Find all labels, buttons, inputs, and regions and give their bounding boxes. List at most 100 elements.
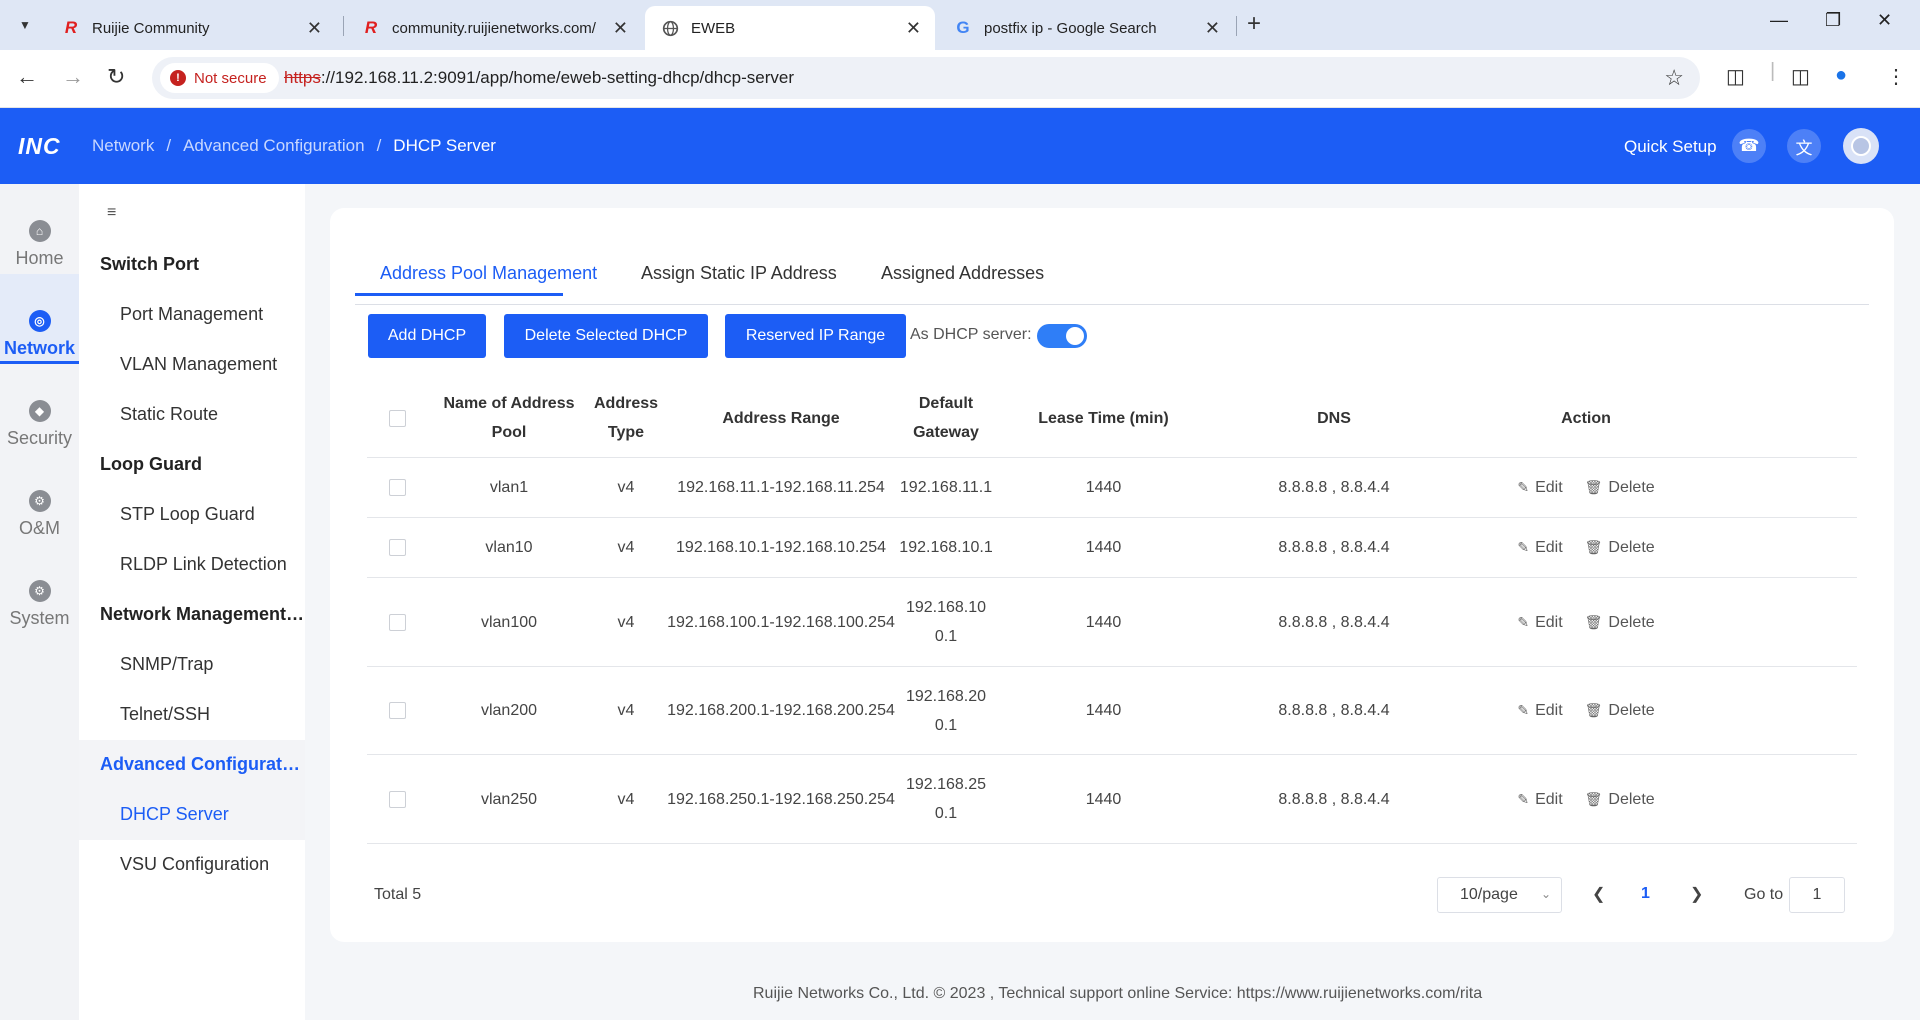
headset-support-icon[interactable]: ☎ — [1732, 129, 1766, 163]
close-tab-icon[interactable]: ✕ — [307, 18, 322, 39]
quick-setup-link[interactable]: Quick Setup — [1624, 137, 1717, 157]
submenu-group-advanced-configuration[interactable]: Advanced Configuration — [100, 754, 305, 775]
dhcp-server-label: As DHCP server: — [910, 326, 1032, 343]
dhcp-server-toggle[interactable] — [1037, 324, 1087, 348]
rail-item-om[interactable]: ⚙ O&M — [0, 454, 79, 544]
rail-item-label: Network — [3, 338, 75, 358]
submenu-item-dhcp-server[interactable]: DHCP Server — [120, 804, 229, 825]
avatar[interactable] — [1843, 128, 1879, 164]
cell-dns: 8.8.8.8 , 8.8.4.4 — [1278, 479, 1390, 496]
add-dhcp-button[interactable]: Add DHCP — [368, 314, 486, 358]
edit-button[interactable]: ✎ Edit — [1517, 785, 1562, 814]
breadcrumb-advanced-configuration[interactable]: Advanced Configuration — [183, 136, 364, 156]
submenu-item-vsu-configuration[interactable]: VSU Configuration — [120, 854, 269, 875]
browser-tab-eweb[interactable]: EWEB ✕ — [645, 6, 935, 50]
close-tab-icon[interactable]: ✕ — [1205, 18, 1220, 39]
edit-button[interactable]: ✎ Edit — [1517, 696, 1562, 725]
rail-item-home[interactable]: ⌂ Home — [0, 184, 79, 274]
breadcrumb-separator: / — [376, 136, 382, 155]
submenu-group-switch-port[interactable]: Switch Port — [100, 254, 305, 275]
goto-page-input[interactable]: 1 — [1789, 877, 1845, 913]
new-tab-icon[interactable]: + — [1247, 10, 1261, 38]
back-icon[interactable]: ← — [16, 64, 38, 90]
toggle-knob — [1066, 327, 1084, 345]
edit-icon: ✎ — [1517, 539, 1530, 555]
tab-search-chevron-icon[interactable]: ▼ — [12, 12, 38, 38]
language-icon[interactable]: 文 — [1787, 129, 1821, 163]
extensions-icon[interactable]: ◫ — [1726, 64, 1745, 89]
submenu-item-snmp-trap[interactable]: SNMP/Trap — [120, 654, 213, 675]
tab-assign-static-ip-address[interactable]: Assign Static IP Address — [641, 263, 837, 284]
submenu-item-telnet-ssh[interactable]: Telnet/SSH — [120, 704, 210, 725]
delete-button[interactable]: 🗑 Delete — [1585, 533, 1655, 562]
security-label: Not secure — [194, 69, 267, 87]
delete-button[interactable]: 🗑 Delete — [1585, 608, 1655, 637]
bookmark-star-icon[interactable]: ☆ — [1664, 65, 1684, 91]
edit-button[interactable]: ✎ Edit — [1517, 608, 1562, 637]
row-checkbox[interactable] — [388, 479, 406, 496]
edit-button[interactable]: ✎ Edit — [1517, 533, 1562, 562]
delete-button[interactable]: 🗑 Delete — [1585, 785, 1655, 814]
cell-gateway: 192.168.100.1 — [905, 599, 987, 645]
tab-assigned-addresses[interactable]: Assigned Addresses — [881, 263, 1044, 284]
breadcrumb: Network / Advanced Configuration / DHCP … — [92, 136, 496, 156]
close-tab-icon[interactable]: ✕ — [906, 18, 921, 39]
rail-item-network[interactable]: ◎ Network — [0, 274, 79, 364]
delete-selected-dhcp-button[interactable]: Delete Selected DHCP — [504, 314, 708, 358]
row-checkbox[interactable] — [388, 702, 406, 719]
table-row: vlan1 v4 192.168.11.1-192.168.11.254 192… — [367, 458, 1857, 518]
page-number-current[interactable]: 1 — [1641, 885, 1650, 903]
rail-item-security[interactable]: ◆ Security — [0, 364, 79, 454]
row-select-cell — [367, 578, 427, 666]
minimize-icon[interactable]: — — [1770, 10, 1788, 31]
submenu-item-stp-loop-guard[interactable]: STP Loop Guard — [120, 504, 255, 525]
prev-page-icon[interactable]: ❮ — [1592, 884, 1605, 904]
browser-tab-ruijie-community[interactable]: R Ruijie Community ✕ — [46, 6, 336, 50]
row-checkbox[interactable] — [388, 613, 406, 631]
browser-tab-google-search[interactable]: G postfix ip - Google Search ✕ — [938, 6, 1234, 50]
toolbar-divider: | — [1770, 60, 1776, 82]
submenu-item-port-management[interactable]: Port Management — [120, 304, 263, 325]
page-size-select[interactable]: 10/page ⌄ — [1437, 877, 1562, 913]
reload-icon[interactable]: ↻ — [107, 64, 125, 90]
submenu-item-static-route[interactable]: Static Route — [120, 404, 218, 425]
tab-address-pool-management[interactable]: Address Pool Management — [380, 263, 597, 284]
collapse-menu-icon[interactable]: ≡ — [107, 204, 116, 222]
delete-button[interactable]: 🗑 Delete — [1585, 473, 1655, 502]
select-all-checkbox[interactable] — [388, 409, 406, 427]
shield-icon: ◆ — [28, 400, 51, 422]
app-logo[interactable]: INC — [18, 133, 61, 160]
window-close-icon[interactable]: ✕ — [1877, 10, 1892, 31]
restore-icon[interactable]: ❐ — [1825, 10, 1841, 31]
url-text[interactable]: https://192.168.11.2:9091/app/home/eweb-… — [284, 68, 794, 88]
submenu-item-vlan-management[interactable]: VLAN Management — [120, 354, 277, 375]
page-footer: Ruijie Networks Co., Ltd. © 2023 , Techn… — [753, 985, 1483, 1002]
submenu-group-loop-guard[interactable]: Loop Guard — [100, 454, 305, 475]
cell-gateway: 192.168.11.1 — [899, 479, 993, 496]
next-page-icon[interactable]: ❯ — [1690, 884, 1703, 904]
address-bar[interactable]: ! Not secure https://192.168.11.2:9091/a… — [152, 57, 1700, 99]
browser-menu-icon[interactable]: ⋮ — [1886, 64, 1906, 89]
delete-button[interactable]: 🗑 Delete — [1585, 696, 1655, 725]
row-checkbox[interactable] — [388, 539, 406, 556]
side-panel-icon[interactable]: ◫ — [1791, 64, 1810, 89]
reserved-ip-range-button[interactable]: Reserved IP Range — [725, 314, 906, 358]
cell-gateway: 192.168.200.1 — [905, 687, 987, 734]
delete-label: Delete — [1608, 539, 1655, 556]
rail-item-system[interactable]: ⚙ System — [0, 544, 79, 634]
breadcrumb-network[interactable]: Network — [92, 136, 154, 156]
security-chip[interactable]: ! Not secure — [160, 63, 279, 93]
cell-type: v4 — [617, 479, 635, 496]
forward-icon[interactable]: → — [62, 64, 84, 90]
browser-tab-community-url[interactable]: R community.ruijienetworks.com/ ✕ — [346, 6, 642, 50]
submenu-item-rldp-link-detection[interactable]: RLDP Link Detection — [120, 554, 287, 575]
close-tab-icon[interactable]: ✕ — [613, 18, 628, 39]
edit-icon: ✎ — [1517, 613, 1530, 630]
edit-button[interactable]: ✎ Edit — [1517, 473, 1562, 502]
breadcrumb-dhcp-server: DHCP Server — [393, 136, 496, 155]
row-checkbox[interactable] — [388, 790, 406, 808]
submenu-group-network-management[interactable]: Network Management ... — [100, 604, 305, 625]
cell-actions: ✎ Edit 🗑 Delete — [1452, 755, 1720, 843]
profile-icon[interactable]: ● — [1835, 64, 1847, 87]
wrench-icon: ⚙ — [28, 490, 51, 512]
